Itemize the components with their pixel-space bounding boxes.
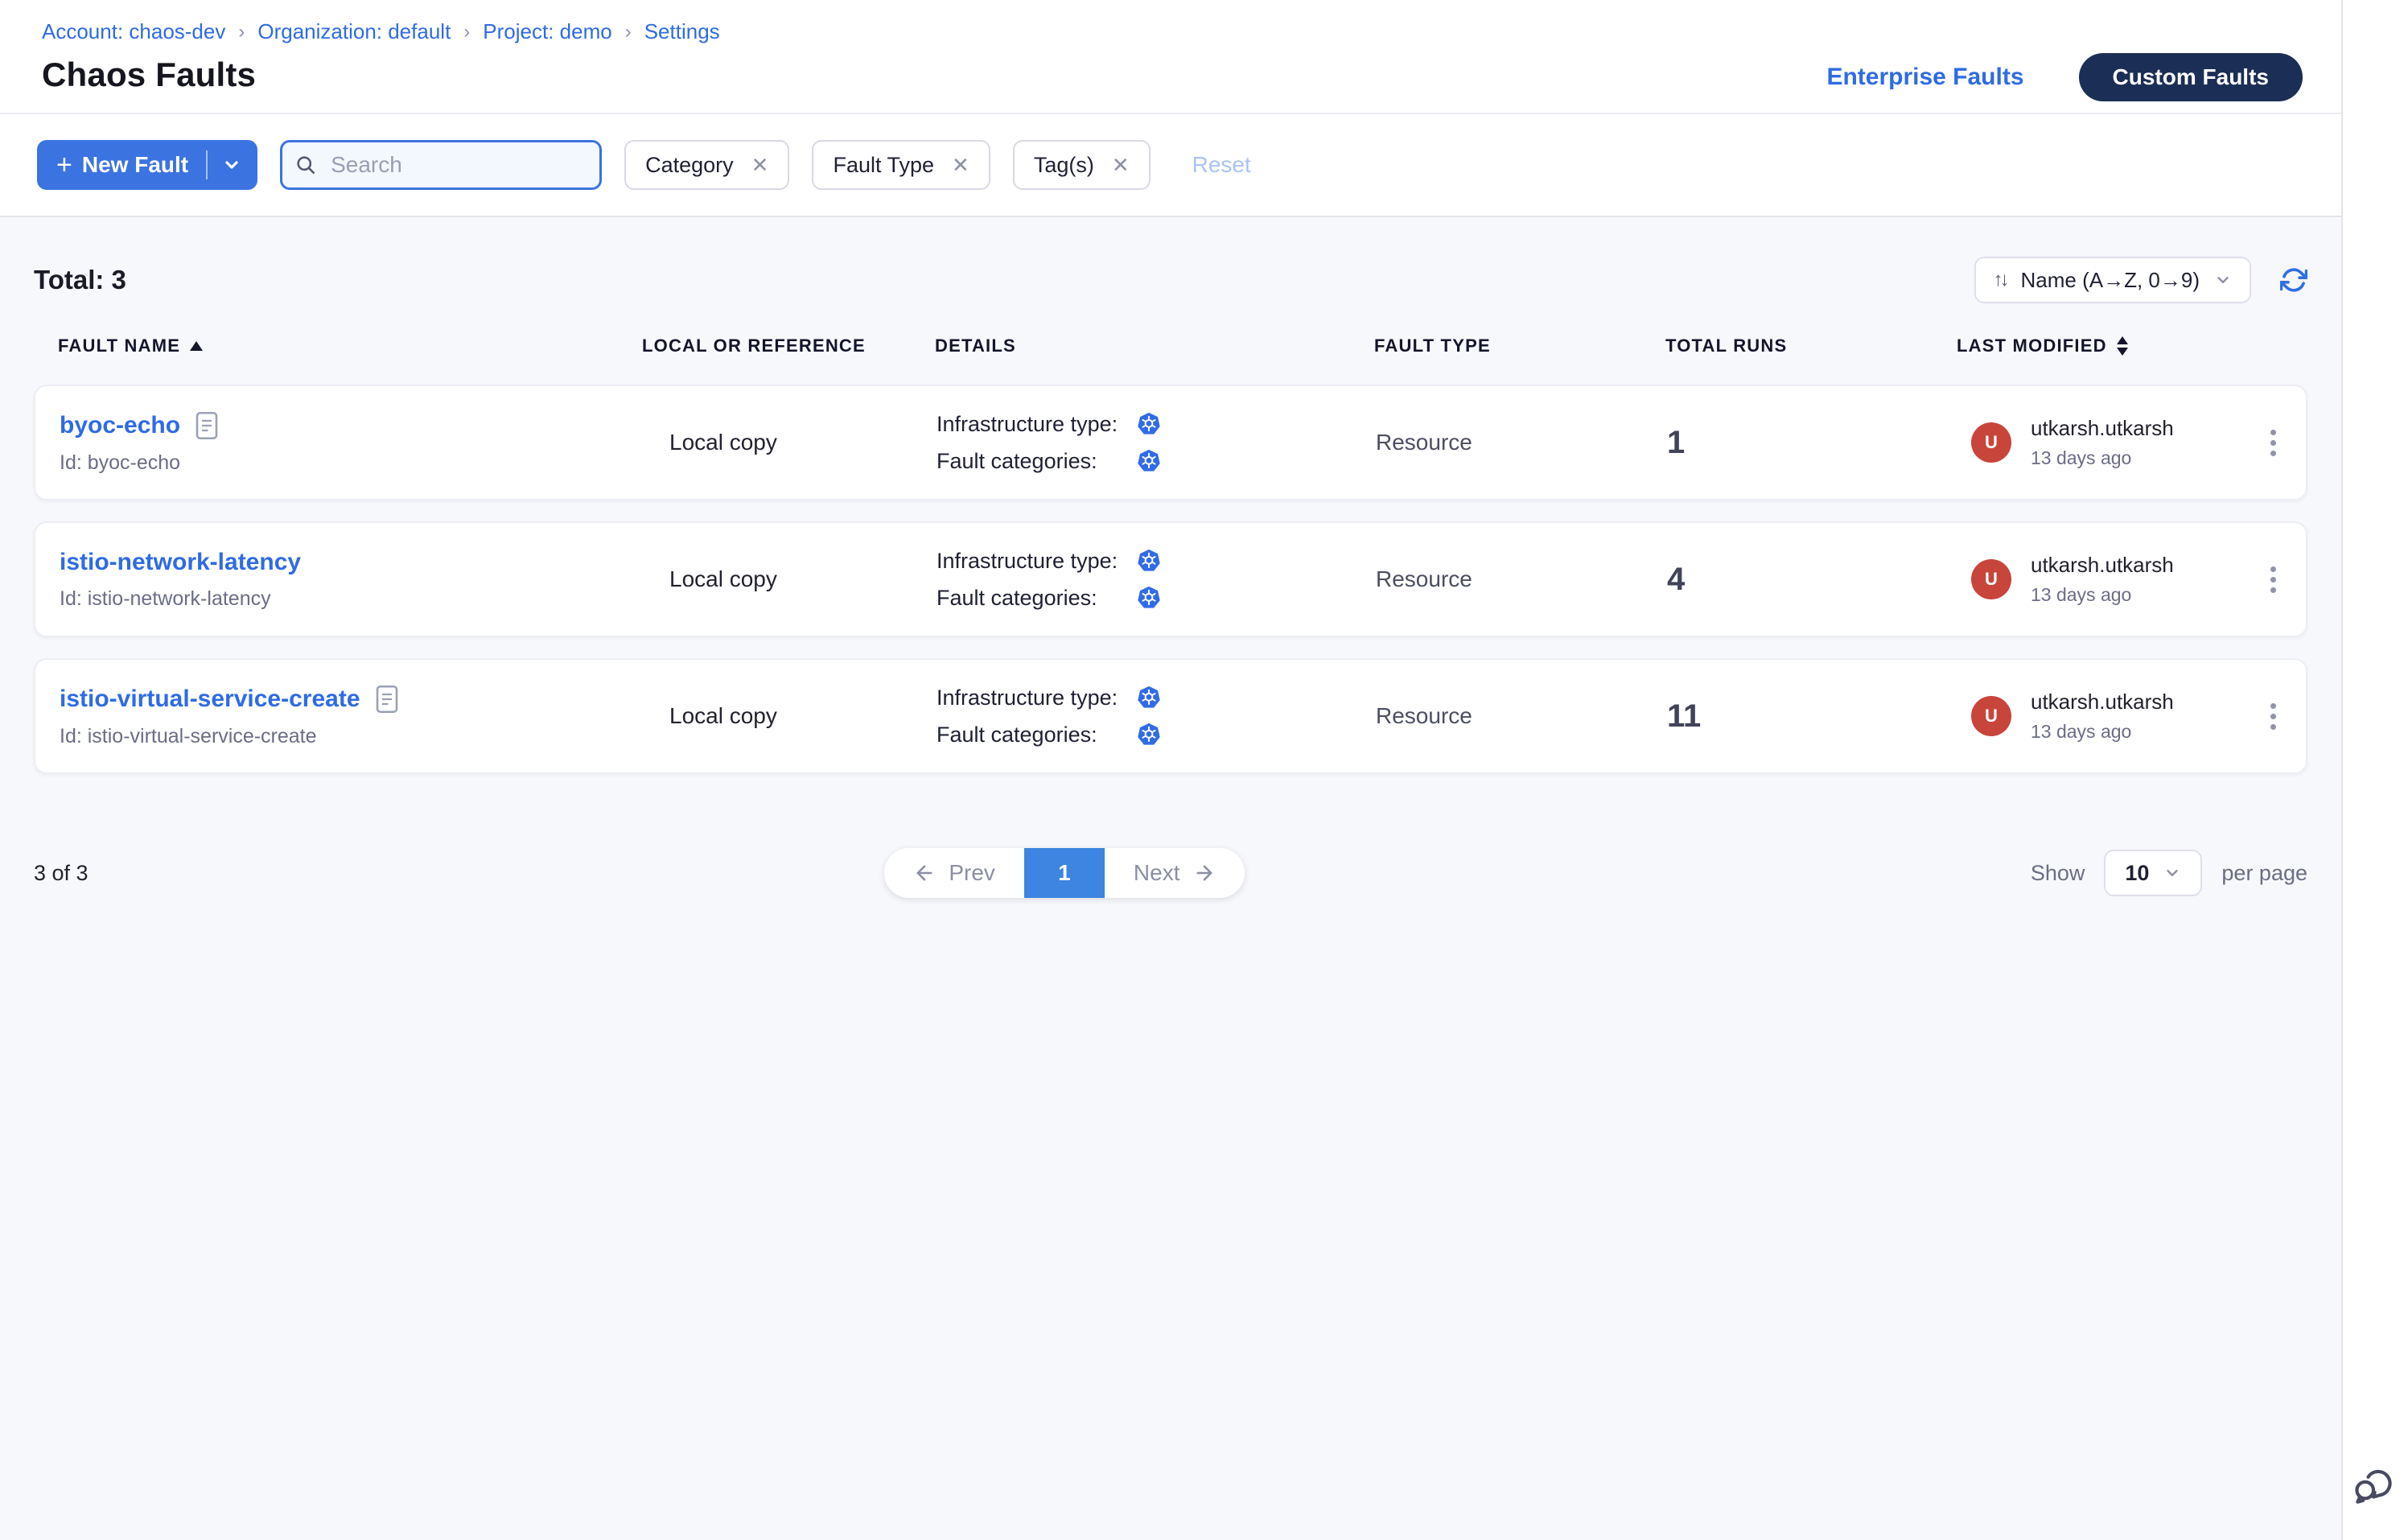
table-row[interactable]: istio-virtual-service-create Id: istio-v… — [34, 658, 2307, 774]
search-icon — [294, 153, 317, 183]
total-count: Total: 3 — [34, 265, 126, 295]
chevron-down-icon[interactable] — [222, 155, 241, 175]
breadcrumb-separator: › — [238, 21, 245, 43]
chaos-faults-page: Account: chaos-dev › Organization: defau… — [0, 0, 2404, 1540]
chat-bubbles-icon — [2351, 1463, 2396, 1508]
breadcrumb: Account: chaos-dev › Organization: defau… — [42, 19, 720, 44]
table-row[interactable]: byoc-echo Id: byoc-echo Local copy Infra… — [34, 385, 2307, 500]
sort-dropdown[interactable]: ↑↓ Name (A→Z, 0→9) — [1974, 257, 2252, 303]
column-fault-name[interactable]: FAULT NAME — [58, 336, 642, 356]
avatar: U — [1971, 559, 2011, 599]
arrow-left-icon — [913, 862, 936, 884]
kubernetes-icon — [1136, 722, 1162, 747]
per-page-label: per page — [2221, 861, 2307, 886]
next-page-button[interactable]: Next — [1105, 848, 1245, 898]
remove-tags-filter-icon[interactable]: ✕ — [1112, 154, 1130, 175]
page-1-button[interactable]: 1 — [1024, 848, 1105, 898]
fault-type-value: Resource — [1376, 430, 1667, 455]
table-header: FAULT NAME LOCAL OR REFERENCE DETAILS FA… — [34, 330, 2307, 362]
filter-chip-tags[interactable]: Tag(s) ✕ — [1013, 140, 1151, 190]
modified-time: 13 days ago — [2031, 584, 2174, 606]
breadcrumb-settings[interactable]: Settings — [644, 19, 720, 44]
kubernetes-icon — [1136, 685, 1162, 710]
refresh-button[interactable] — [2280, 266, 2307, 294]
kubernetes-icon — [1136, 411, 1162, 437]
column-total-runs: TOTAL RUNS — [1665, 336, 1957, 356]
row-menu-button[interactable] — [2261, 694, 2286, 739]
local-or-reference-value: Local copy — [644, 566, 936, 592]
column-local-or-reference: LOCAL OR REFERENCE — [642, 336, 935, 356]
modified-by: utkarsh.utkarsh — [2031, 416, 2174, 441]
sort-arrows-icon: ↑↓ — [1994, 269, 2007, 291]
kubernetes-icon — [1136, 548, 1162, 574]
fault-id: Id: byoc-echo — [60, 451, 644, 475]
plus-icon: + — [56, 151, 72, 179]
search-input[interactable] — [280, 140, 602, 190]
local-or-reference-value: Local copy — [644, 430, 936, 455]
content-area: Total: 3 ↑↓ Name (A→Z, 0→9) FAULT NAME — [0, 217, 2341, 1540]
breadcrumb-separator: › — [463, 21, 470, 43]
sort-both-icon — [2117, 336, 2128, 356]
total-runs-value: 1 — [1667, 425, 1958, 461]
fault-id: Id: istio-network-latency — [60, 587, 644, 611]
page-size-dropdown[interactable]: 10 — [2104, 850, 2202, 896]
fault-type-value: Resource — [1376, 566, 1667, 592]
arrow-right-icon — [1193, 862, 1216, 884]
local-or-reference-value: Local copy — [644, 703, 936, 729]
total-runs-value: 4 — [1667, 562, 1958, 598]
breadcrumb-organization[interactable]: Organization: default — [257, 19, 451, 44]
modified-time: 13 days ago — [2031, 447, 2174, 469]
avatar: U — [1971, 696, 2011, 736]
filter-chip-fault-type[interactable]: Fault Type ✕ — [812, 140, 990, 190]
breadcrumb-separator: › — [625, 21, 632, 43]
chat-help-button[interactable] — [2351, 1463, 2399, 1511]
toolbar: + New Fault Category ✕ Fault Type ✕ Tag( — [0, 114, 2341, 217]
reset-filters-link[interactable]: Reset — [1192, 152, 1251, 178]
column-last-modified[interactable]: LAST MODIFIED — [1957, 336, 2238, 356]
modified-time: 13 days ago — [2031, 721, 2174, 743]
refresh-icon — [2280, 266, 2307, 294]
table-row[interactable]: istio-network-latency Id: istio-network-… — [34, 521, 2307, 637]
fault-id: Id: istio-virtual-service-create — [60, 725, 644, 748]
show-label: Show — [2031, 861, 2085, 886]
main-column: Account: chaos-dev › Organization: defau… — [0, 0, 2341, 1540]
fault-name-link[interactable]: byoc-echo — [60, 412, 180, 439]
pagination-bar: 3 of 3 Prev 1 Next — [34, 848, 2307, 898]
kubernetes-icon — [1136, 448, 1162, 474]
filter-chip-category[interactable]: Category ✕ — [624, 140, 789, 190]
manifest-doc-icon[interactable] — [195, 411, 219, 440]
fault-name-link[interactable]: istio-virtual-service-create — [60, 686, 360, 713]
remove-category-filter-icon[interactable]: ✕ — [751, 154, 769, 175]
column-details: DETAILS — [935, 336, 1374, 356]
total-runs-value: 11 — [1667, 698, 1958, 735]
chevron-down-icon — [2214, 271, 2232, 289]
page-header: Account: chaos-dev › Organization: defau… — [0, 0, 2341, 114]
kubernetes-icon — [1136, 585, 1162, 611]
avatar: U — [1971, 422, 2011, 463]
pager: Prev 1 Next — [884, 848, 1244, 898]
fault-list: byoc-echo Id: byoc-echo Local copy Infra… — [34, 385, 2307, 774]
prev-page-button[interactable]: Prev — [884, 848, 1024, 898]
chevron-down-icon — [2163, 864, 2181, 882]
column-fault-type: FAULT TYPE — [1374, 336, 1665, 356]
pagination-range: 3 of 3 — [34, 861, 404, 886]
enterprise-faults-link[interactable]: Enterprise Faults — [1826, 64, 2023, 91]
fault-type-value: Resource — [1376, 703, 1667, 729]
remove-fault-type-filter-icon[interactable]: ✕ — [952, 154, 969, 175]
new-fault-button[interactable]: + New Fault — [37, 140, 257, 190]
breadcrumb-account[interactable]: Account: chaos-dev — [42, 19, 225, 44]
row-menu-button[interactable] — [2261, 557, 2286, 603]
right-rail — [2341, 0, 2404, 1540]
row-menu-button[interactable] — [2261, 420, 2286, 466]
modified-by: utkarsh.utkarsh — [2031, 553, 2174, 578]
sort-ascending-icon — [190, 341, 203, 351]
breadcrumb-project[interactable]: Project: demo — [483, 19, 611, 44]
fault-name-link[interactable]: istio-network-latency — [60, 549, 301, 576]
modified-by: utkarsh.utkarsh — [2031, 690, 2174, 714]
manifest-doc-icon[interactable] — [375, 685, 399, 714]
custom-faults-button[interactable]: Custom Faults — [2079, 53, 2303, 101]
page-title: Chaos Faults — [42, 56, 720, 94]
